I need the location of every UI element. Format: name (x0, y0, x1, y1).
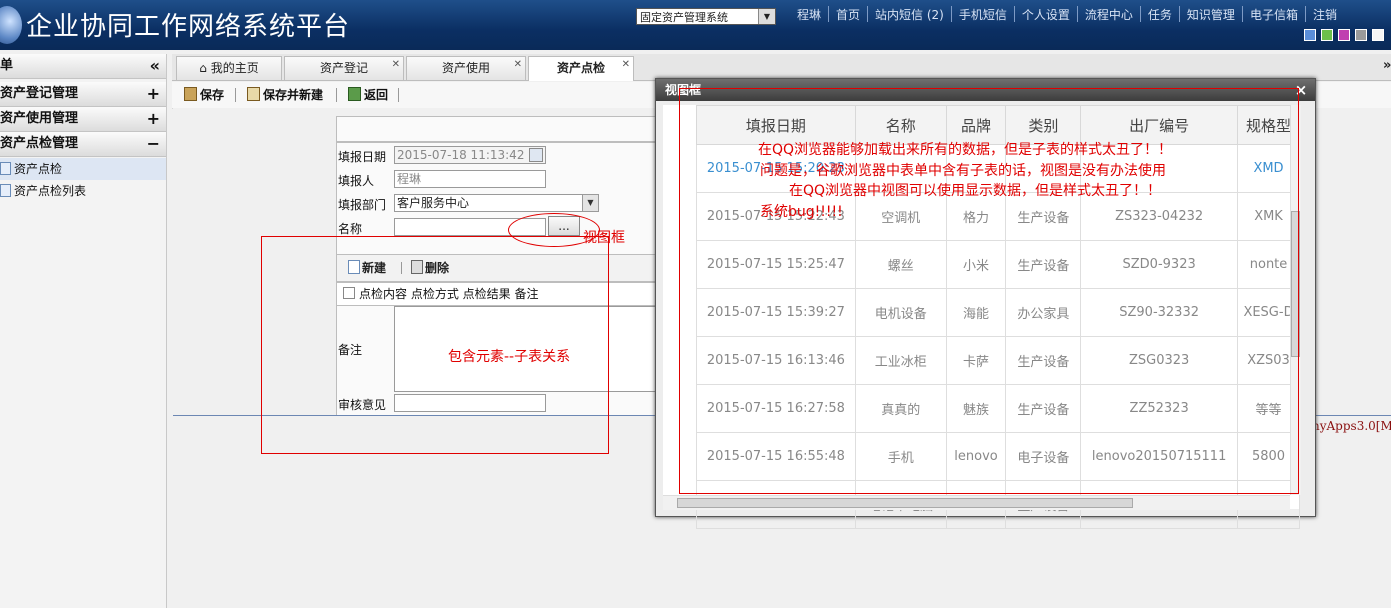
name-label: 名称 (338, 222, 363, 236)
nav-knowledge[interactable]: 知识管理 (1178, 6, 1242, 22)
nav-logout[interactable]: 注销 (1304, 6, 1344, 22)
logo (0, 6, 22, 44)
document-icon (0, 184, 11, 197)
sidebar-group-asset-check[interactable]: 资产点检管理 − (0, 132, 166, 157)
back-button[interactable]: 返回 (348, 86, 388, 103)
date-label: 填报日期 (338, 150, 387, 164)
scrollbar-thumb[interactable] (677, 498, 1133, 508)
chevron-down-icon[interactable]: ▼ (582, 195, 598, 211)
sidebar-title: 单 « (0, 54, 166, 79)
close-tab-icon[interactable]: ✕ (514, 53, 522, 76)
theme-swatches (1304, 29, 1384, 41)
save-button[interactable]: 保存 (184, 86, 224, 103)
reporter-field[interactable]: 程琳 (394, 170, 546, 188)
version-text: nyApps3.0[M3 (1312, 419, 1391, 433)
close-tab-icon[interactable]: ✕ (392, 53, 400, 76)
annotation-line-2: 问题是，谷歌浏览器中表单中含有子表的话，视图是没有办法使用 (760, 163, 1166, 179)
tab-asset-use[interactable]: 资产使用 ✕ (406, 56, 526, 80)
collapse-sidebar-icon[interactable]: « (150, 54, 160, 78)
annotation-subtable: 包含元素--子表关系 (448, 349, 571, 365)
app-title: 企业协同工作网络系统平台 (26, 12, 351, 42)
tab-home[interactable]: ⌂ 我的主页 (176, 56, 282, 80)
nav-tasks[interactable]: 任务 (1139, 6, 1179, 22)
close-tab-icon[interactable]: ✕ (622, 53, 630, 76)
tab-asset-check[interactable]: 资产点检 ✕ (528, 56, 634, 81)
annotation-view-box: 视图框 (583, 230, 625, 246)
module-select[interactable]: 固定资产管理系统 ▼ (636, 8, 776, 25)
save-and-new-button[interactable]: 保存并新建 (247, 86, 323, 103)
nav-settings[interactable]: 个人设置 (1013, 6, 1077, 22)
nav-sms[interactable]: 手机短信 (950, 6, 1014, 22)
calendar-icon[interactable] (529, 148, 543, 162)
theme-swatch-white[interactable] (1372, 29, 1384, 41)
back-icon (348, 87, 361, 101)
toolbar-divider (336, 88, 337, 102)
expand-icon[interactable]: + (147, 82, 160, 106)
chevron-down-icon[interactable]: ▼ (758, 9, 775, 24)
nav-email[interactable]: 电子信箱 (1241, 6, 1305, 22)
nav-workflow[interactable]: 流程中心 (1076, 6, 1140, 22)
theme-swatch-gray[interactable] (1355, 29, 1367, 41)
toolbar-divider (398, 88, 399, 102)
sidebar-item-asset-check[interactable]: 资产点检 (0, 158, 166, 180)
document-icon (0, 162, 11, 175)
horizontal-scrollbar[interactable] (663, 495, 1290, 510)
save-new-icon (247, 87, 260, 101)
date-field[interactable]: 2015-07-18 11:13:42 (394, 146, 546, 164)
sidebar-group-asset-use[interactable]: 资产使用管理 + (0, 107, 166, 132)
annotation-line-4: 系统bug!!!!! (760, 204, 843, 220)
annotation-box-subtable (261, 236, 609, 454)
nav-user[interactable]: 程琳 (790, 6, 828, 22)
dept-label: 填报部门 (338, 198, 387, 212)
theme-swatch-purple[interactable] (1338, 29, 1350, 41)
annotation-line-1: 在QQ浏览器能够加载出来所有的数据，但是子表的样式太丑了！！ (758, 142, 1173, 158)
app-header: 企业协同工作网络系统平台 固定资产管理系统 ▼ 程琳 首页 站内短信 (2) 手… (0, 0, 1391, 50)
theme-swatch-blue[interactable] (1304, 29, 1316, 41)
top-nav: 程琳 首页 站内短信 (2) 手机短信 个人设置 流程中心 任务 知识管理 电子… (790, 6, 1344, 22)
module-select-value: 固定资产管理系统 (640, 11, 728, 24)
sidebar: 单 « 资产登记管理 + 资产使用管理 + 资产点检管理 − 资产点检 资产点检… (0, 54, 167, 608)
nav-messages[interactable]: 站内短信 (2) (867, 6, 951, 22)
sidebar-item-asset-check-list[interactable]: 资产点检列表 (0, 180, 166, 202)
tab-scroll-right-icon[interactable]: » (1383, 58, 1391, 73)
save-icon (184, 87, 197, 101)
tab-asset-register[interactable]: 资产登记 ✕ (284, 56, 404, 80)
nav-home[interactable]: 首页 (828, 6, 867, 22)
annotation-line-3: 在QQ浏览器中视图可以使用显示数据，但是样式太丑了！！ (789, 183, 1162, 199)
expand-icon[interactable]: + (147, 107, 160, 131)
toolbar-divider (235, 88, 236, 102)
home-icon: ⌂ (199, 61, 207, 75)
dept-select[interactable]: 客户服务中心 ▼ (394, 194, 599, 212)
sidebar-group-asset-register[interactable]: 资产登记管理 + (0, 82, 166, 107)
tab-bar: ⌂ 我的主页 资产登记 ✕ 资产使用 ✕ 资产点检 ✕ » (172, 54, 1391, 81)
collapse-icon[interactable]: − (147, 132, 160, 156)
theme-swatch-green[interactable] (1321, 29, 1333, 41)
reporter-label: 填报人 (338, 174, 375, 188)
